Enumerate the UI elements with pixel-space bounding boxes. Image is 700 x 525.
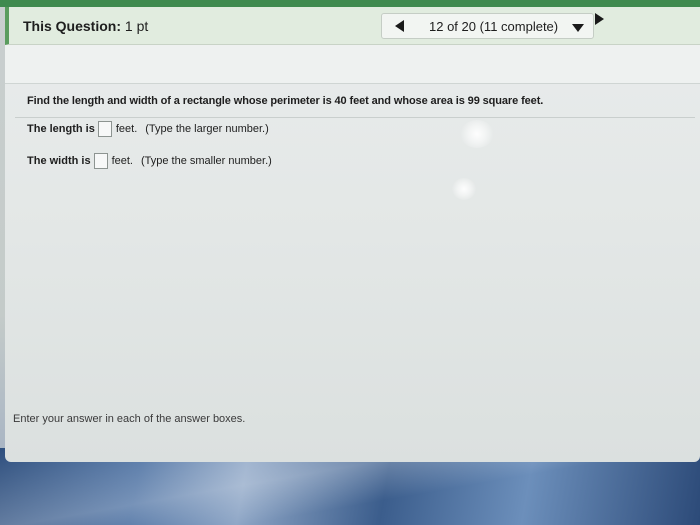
question-prompt: Find the length and width of a rectangle… — [27, 95, 544, 107]
points-value: 1 pt — [124, 18, 149, 34]
question-points: This Question: 1 pt — [23, 18, 148, 34]
length-label: The length is — [27, 123, 95, 135]
width-answer-box[interactable] — [93, 153, 108, 169]
length-answer-row: The length is feet. (Type the larger num… — [27, 121, 269, 137]
question-label: This Question: — [23, 18, 121, 34]
length-hint: (Type the larger number.) — [145, 123, 269, 135]
divider — [15, 117, 695, 118]
next-question-icon[interactable] — [595, 13, 604, 25]
progress-selector[interactable]: 12 of 20 (11 complete) — [429, 19, 558, 34]
dropdown-caret-icon[interactable] — [572, 24, 584, 32]
question-navigator: 12 of 20 (11 complete) — [381, 13, 594, 39]
previous-question-icon[interactable] — [395, 20, 404, 32]
screen-glare — [452, 178, 476, 200]
screen-glare — [460, 120, 494, 148]
toolbar-area — [5, 45, 700, 84]
top-accent-bar — [0, 0, 700, 7]
width-unit: feet. — [111, 155, 133, 167]
question-window: This Question: 1 pt 12 of 20 (11 complet… — [5, 7, 700, 462]
length-answer-box[interactable] — [97, 121, 112, 137]
length-unit: feet. — [115, 123, 138, 135]
width-hint: (Type the smaller number.) — [140, 155, 272, 167]
width-answer-row: The width is feet. (Type the smaller num… — [27, 153, 272, 169]
width-label: The width is — [27, 155, 91, 167]
answer-instructions: Enter your answer in each of the answer … — [13, 413, 246, 425]
